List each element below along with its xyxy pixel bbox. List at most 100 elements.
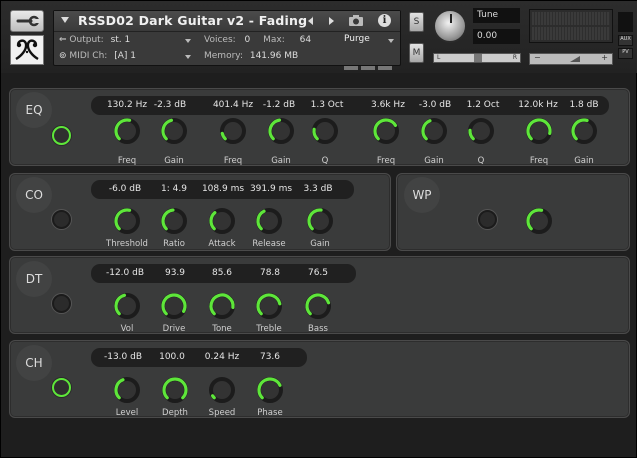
memory-label: Memory: [204,51,243,61]
co-value-readout: 1: 4.9 [161,184,187,194]
next-instrument-icon[interactable] [329,17,334,25]
level-meter [529,9,613,43]
mute-button[interactable]: M [409,43,424,63]
freq-knob[interactable] [112,116,142,146]
threshold-knob[interactable] [112,206,142,236]
ratio-knob[interactable] [159,206,189,236]
volume-minus-label: − [534,53,541,62]
co-value-readout: 3.3 dB [303,184,333,194]
tune-value[interactable]: 0.00 [473,29,520,44]
ch-panel: CH -13.0 dB 100.0 0.24 Hz 73.6 Level Depth Spee… [9,340,630,418]
aux-button[interactable]: AUX [618,35,633,46]
q-knob[interactable] [466,116,496,146]
output-value: st. 1 [110,35,131,45]
camera-icon[interactable] [348,14,364,27]
pan-handle[interactable] [474,54,482,62]
dt-power-button[interactable] [52,294,71,313]
voices-label: Voices: [204,35,236,45]
purge-label: Purge [344,34,370,44]
freq-knob[interactable] [371,116,401,146]
eq-value-readout: 1.2 Oct [466,100,500,110]
release-knob[interactable] [254,206,284,236]
pan-right-label: R [512,54,517,61]
attack-knob[interactable] [207,206,237,236]
instrument-header: RSSD02 Dark Guitar v2 - Fading Lead i ⇐ … [1,1,637,73]
purge-dropdown-icon [388,39,394,43]
q-knob-label: Q [477,156,485,166]
memory-value: 141.96 MB [249,51,299,61]
memory-row: Memory: 141.96 MB [204,51,298,61]
max-voices-value[interactable]: 64 [300,35,311,45]
gain-knob[interactable] [569,116,599,146]
output-icon: ⇐ [59,35,67,45]
depth-knob[interactable] [160,375,190,405]
solo-button[interactable]: S [409,12,424,32]
output-label: Output: [69,35,104,45]
tune-knob[interactable] [433,9,467,43]
gain-knob[interactable] [266,116,296,146]
pan-left-label: L [437,54,441,61]
treble-knob[interactable] [254,291,284,321]
eq-power-button[interactable] [52,126,71,145]
gain-knob[interactable] [305,206,335,236]
instrument-info-box: RSSD02 Dark Guitar v2 - Fading Lead i ⇐ … [53,10,401,70]
instrument-title-row: RSSD02 Dark Guitar v2 - Fading Lead i [54,11,400,32]
midi-label: MIDI Ch: [69,51,108,61]
phase-knob-label: Phase [257,408,283,418]
bass-clef-logo-icon [15,39,39,61]
speed-knob[interactable] [207,375,237,405]
bass-knob[interactable] [303,291,333,321]
volume-plus-label: + [601,53,608,62]
vol-knob[interactable] [112,291,142,321]
wrench-button[interactable] [10,10,44,32]
midi-icon: ⊚ [59,51,67,61]
previous-instrument-icon[interactable] [308,17,313,25]
phase-knob[interactable] [255,375,285,405]
gain-knob-label: Gain [164,156,184,166]
gain-knob[interactable] [159,116,189,146]
pan-slider[interactable]: L R [433,53,521,63]
instrument-name[interactable]: RSSD02 Dark Guitar v2 - Fading Lead [78,13,313,28]
volume-slider[interactable]: − + [529,53,613,65]
midi-value: [A] 1 [114,51,136,61]
freq-knob[interactable] [218,116,248,146]
freq-knob[interactable] [524,116,554,146]
amount-knob[interactable] [524,206,554,236]
co-value-readout: -6.0 dB [108,184,142,194]
ch-power-button[interactable] [52,378,71,397]
close-tab[interactable] [618,12,633,32]
knob-level-arc [211,394,216,400]
co-power-button[interactable] [52,210,71,229]
q-knob[interactable] [310,116,340,146]
output-dropdown-icon[interactable] [185,39,191,43]
instrument-menu-arrow-icon[interactable] [61,17,69,23]
info-icon[interactable]: i [378,14,391,27]
dt-panel: DT -12.0 dB 93.9 85.6 78.8 76.5 Vol Drive Tone Tr… [9,256,630,334]
midi-row[interactable]: ⊚ MIDI Ch: [A] 1 [59,51,136,61]
eq-value-readout: 1.8 dB [569,100,599,110]
gain-knob[interactable] [419,116,449,146]
level-knob[interactable] [112,375,142,405]
gain-knob-label: Gain [574,156,594,166]
voices-value: 0 [244,35,251,45]
output-row[interactable]: ⇐ Output: st. 1 [59,35,130,45]
purge-menu[interactable]: Purge [344,34,398,50]
eq-value-readout: -2.3 dB [153,100,187,110]
library-logo [10,35,44,65]
midi-dropdown-icon[interactable] [185,55,191,59]
volume-ramp-icon [570,56,580,62]
kontakt-window: RSSD02 Dark Guitar v2 - Fading Lead i ⇐ … [0,0,637,458]
eq-panel: EQ 130.2 Hz -2.3 dB 401.4 Hz -1.2 dB 1.3 Oct 3… [9,88,630,166]
tune-label: Tune [473,8,520,23]
eq-value-readout: 1.3 Oct [310,100,344,110]
meter-left-channel [532,12,610,25]
pv-button[interactable]: PV [618,48,633,59]
wp-panel: WP [396,173,630,251]
wp-power-button[interactable] [478,210,497,229]
tone-knob[interactable] [207,291,237,321]
drive-knob[interactable] [159,291,189,321]
meter-right-channel [532,27,610,40]
ch-badge: CH [16,345,52,381]
ch-value-readout: 73.6 [259,352,281,362]
bass-knob-label: Bass [308,324,328,334]
